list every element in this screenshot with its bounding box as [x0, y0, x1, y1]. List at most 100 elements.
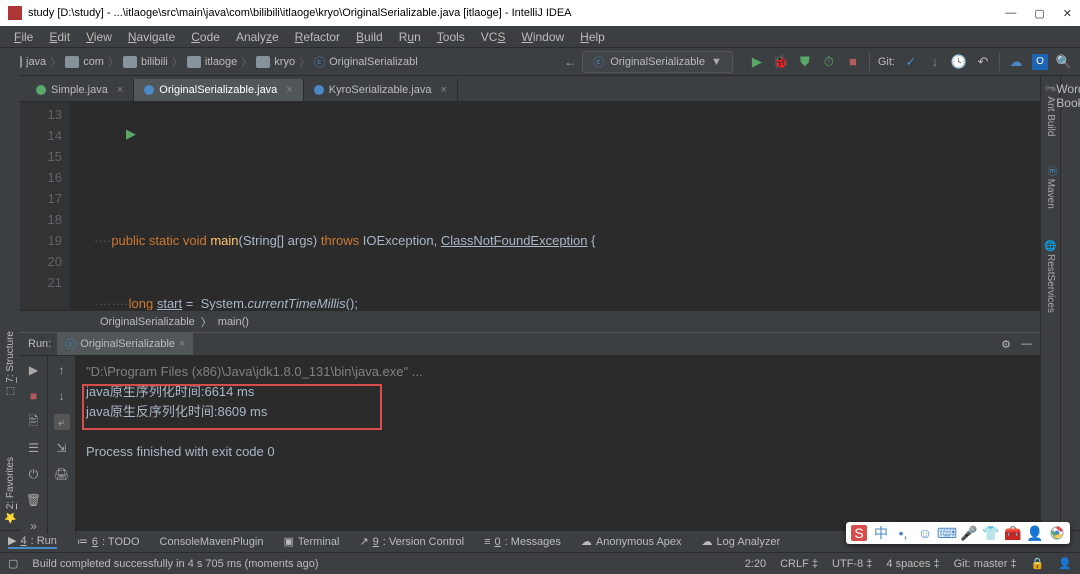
menu-tools[interactable]: Tools: [431, 28, 471, 46]
tab-simple[interactable]: Simple.java×: [26, 79, 134, 101]
tab-kyro[interactable]: KyroSerializable.java×: [304, 79, 458, 101]
statusbar-icon[interactable]: ▢: [8, 557, 18, 570]
crumb[interactable]: itlaoge: [205, 56, 237, 68]
close-icon[interactable]: ×: [117, 84, 123, 96]
close-icon[interactable]: ×: [286, 84, 292, 96]
up-button[interactable]: ↑: [54, 362, 70, 378]
tool-maven[interactable]: ⓜ Maven: [1043, 166, 1058, 209]
ime-skin-icon[interactable]: 👕: [983, 525, 999, 541]
git-commit-icon[interactable]: ↓: [927, 54, 943, 70]
minimize-panel-icon[interactable]: —: [1021, 338, 1032, 350]
rerun-button[interactable]: ▶: [26, 362, 42, 378]
git-revert-icon[interactable]: ↶: [975, 54, 991, 70]
ime-mic-icon[interactable]: 🎤: [961, 525, 977, 541]
tool-run[interactable]: ▶ 4: Run: [8, 534, 57, 549]
git-branch[interactable]: Git: master ‡: [954, 558, 1017, 570]
tool-log[interactable]: ☁ Log Analyzer: [702, 535, 781, 548]
ime-punct-icon[interactable]: •,: [895, 525, 911, 541]
ime-cn-icon[interactable]: 中: [873, 525, 889, 541]
exit-button[interactable]: ⏻: [26, 466, 42, 482]
ime-widget[interactable]: S 中 •, ☺ ⌨ 🎤 👕 🧰 👤: [846, 522, 1070, 544]
tool-vcs[interactable]: ↗ 9: Version Control: [359, 535, 464, 548]
app-icon: [8, 6, 22, 20]
menu-analyze[interactable]: Analyze: [230, 28, 285, 46]
run-tab[interactable]: ⓒOriginalSerializable×: [57, 333, 193, 355]
git-pull-icon[interactable]: ✓: [903, 54, 919, 70]
tool-messages[interactable]: ≡ 0: Messages: [484, 536, 561, 548]
search-button[interactable]: 🔍: [1056, 54, 1072, 70]
ime-keyboard-icon[interactable]: ⌨: [939, 525, 955, 541]
menu-window[interactable]: Window: [515, 28, 570, 46]
close-icon[interactable]: ×: [440, 84, 446, 96]
line-separator[interactable]: CRLF ‡: [780, 558, 818, 570]
encoding[interactable]: UTF-8 ‡: [832, 558, 872, 570]
outlook-icon[interactable]: O: [1032, 54, 1048, 70]
ime-emoji-icon[interactable]: ☺: [917, 525, 933, 541]
menu-code[interactable]: Code: [185, 28, 226, 46]
git-history-icon[interactable]: 🕓: [951, 54, 967, 70]
tool-rest[interactable]: 🌐 RestServices: [1045, 239, 1056, 313]
salesforce-icon[interactable]: ☁: [1008, 54, 1024, 70]
breadcrumb-method[interactable]: main(): [218, 316, 249, 328]
code-editor[interactable]: 13 14 15 16 17 18 19 20 21 ▶ ····public …: [20, 102, 1040, 310]
crumb[interactable]: kryo: [274, 56, 295, 68]
indent[interactable]: 4 spaces ‡: [886, 558, 939, 570]
maximize-button[interactable]: ▢: [1034, 7, 1044, 20]
crumb[interactable]: java: [26, 56, 46, 68]
tool-favorites[interactable]: ⭐ 2: Favorites: [5, 457, 16, 524]
crumb[interactable]: OriginalSerializabl: [329, 56, 418, 68]
menu-edit[interactable]: Edit: [43, 28, 76, 46]
stop-button[interactable]: ■: [845, 54, 861, 70]
expand-button[interactable]: »: [26, 518, 42, 534]
run-config-selector[interactable]: ⓒ OriginalSerializable ▼: [582, 51, 733, 73]
menu-help[interactable]: Help: [574, 28, 611, 46]
far-left-stripe: ⭐ 2: Favorites ⬚ 7: Structure: [0, 48, 20, 530]
ime-user-icon[interactable]: 👤: [1027, 525, 1043, 541]
far-right-stripe: Word Book: [1060, 76, 1080, 530]
scroll-button[interactable]: ⇲: [54, 440, 70, 456]
menu-navigate[interactable]: Navigate: [122, 28, 181, 46]
run-gutter-icon[interactable]: ▶: [126, 123, 136, 144]
print-button[interactable]: 🖨: [54, 466, 70, 482]
debug-button[interactable]: 🐞: [773, 54, 789, 70]
profile-button[interactable]: ⏱: [821, 54, 837, 70]
menu-vcs[interactable]: VCS: [475, 28, 512, 46]
close-button[interactable]: ✕: [1063, 7, 1072, 20]
back-button[interactable]: ←: [564, 55, 576, 69]
tool-terminal[interactable]: ▣ Terminal: [283, 535, 339, 548]
pin-button[interactable]: ☰: [26, 440, 42, 456]
run-config-name: OriginalSerializable: [610, 56, 705, 68]
menu-view[interactable]: View: [80, 28, 118, 46]
ime-toolbox-icon[interactable]: 🧰: [1005, 525, 1021, 541]
menu-build[interactable]: Build: [350, 28, 389, 46]
tool-structure[interactable]: ⬚ 7: Structure: [5, 331, 16, 396]
close-icon[interactable]: ×: [179, 338, 185, 350]
coverage-button[interactable]: ⛊: [797, 54, 813, 70]
crumb[interactable]: com: [83, 56, 104, 68]
minimize-button[interactable]: —: [1005, 7, 1016, 20]
layout-button[interactable]: 🖹: [26, 414, 42, 430]
tool-wordbook[interactable]: Word Book: [1056, 82, 1080, 110]
caret-position[interactable]: 2:20: [745, 558, 766, 570]
down-button[interactable]: ↓: [54, 388, 70, 404]
menu-run[interactable]: Run: [393, 28, 427, 46]
breadcrumb-class[interactable]: OriginalSerializable: [100, 316, 195, 328]
tab-original[interactable]: OriginalSerializable.java×: [134, 79, 303, 101]
trash-button[interactable]: 🗑: [26, 492, 42, 508]
settings-icon[interactable]: ⚙: [1001, 338, 1011, 351]
crumb[interactable]: bilibili: [141, 56, 168, 68]
class-icon: ⓒ: [593, 54, 604, 70]
tool-ant[interactable]: 🐜 Ant Build: [1045, 82, 1056, 136]
lock-icon[interactable]: 🔒: [1031, 557, 1045, 570]
tool-todo[interactable]: ≔ 6: TODO: [77, 535, 140, 548]
tool-anon[interactable]: ☁ Anonymous Apex: [581, 535, 682, 548]
run-button[interactable]: ▶: [749, 54, 765, 70]
menu-file[interactable]: File: [8, 28, 39, 46]
softwrap-button[interactable]: ⤶: [54, 414, 70, 430]
stop-button[interactable]: ■: [26, 388, 42, 404]
ime-chrome-icon[interactable]: [1049, 525, 1065, 541]
tool-consolemaven[interactable]: ConsoleMavenPlugin: [160, 536, 264, 548]
hector-icon[interactable]: 👤: [1058, 557, 1072, 570]
console-output[interactable]: "D:\Program Files (x86)\Java\jdk1.8.0_13…: [76, 356, 1040, 534]
menu-refactor[interactable]: Refactor: [289, 28, 346, 46]
